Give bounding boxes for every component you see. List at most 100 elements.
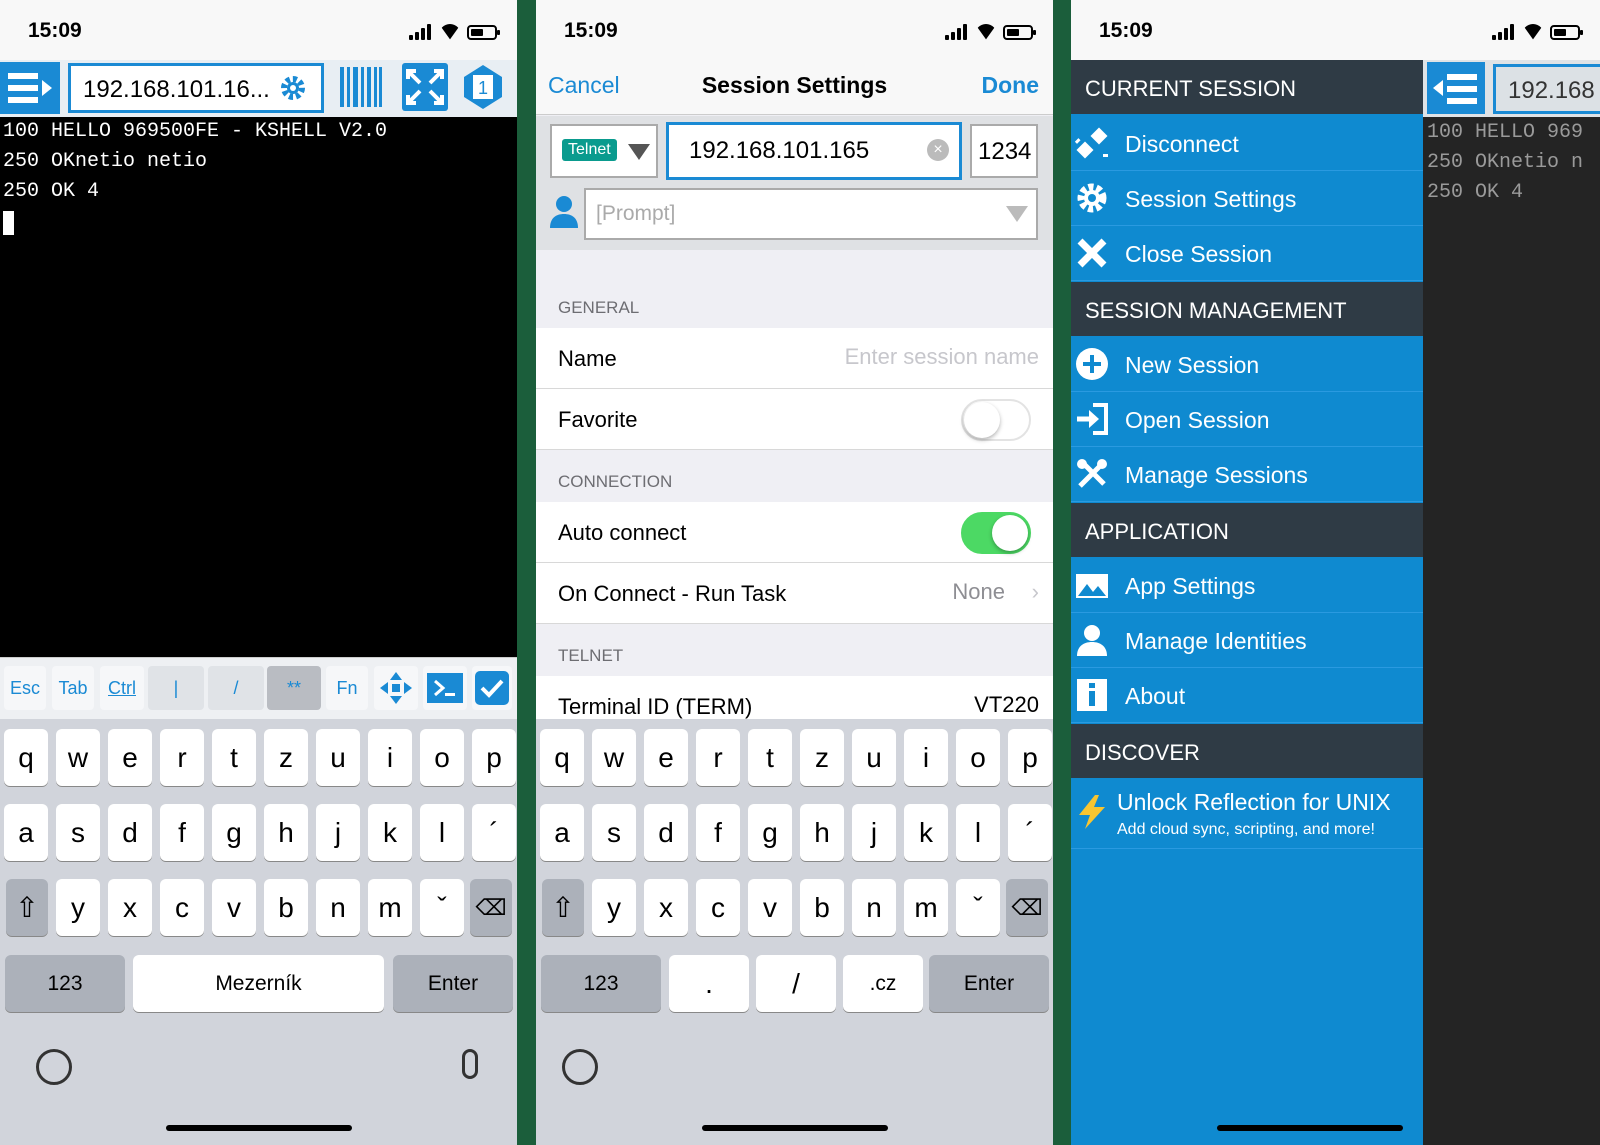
tab-key[interactable]: Tab: [52, 666, 94, 710]
slash-url-key[interactable]: /: [756, 955, 836, 1012]
key-4[interactable]: g: [212, 804, 256, 861]
key-4[interactable]: g: [748, 804, 792, 861]
cz-key[interactable]: .cz: [843, 955, 923, 1012]
space-key[interactable]: Mezerník: [133, 955, 384, 1012]
session-switch-button[interactable]: 1: [460, 63, 506, 111]
confirm-key[interactable]: [472, 666, 512, 710]
host-field[interactable]: 192.168: [1493, 64, 1600, 114]
stars-key[interactable]: **: [267, 666, 321, 710]
menu-item-app-settings[interactable]: App Settings: [1071, 558, 1423, 613]
key-0[interactable]: a: [540, 804, 584, 861]
key-9[interactable]: ´: [472, 804, 516, 861]
key-e[interactable]: e: [644, 729, 688, 786]
key-z[interactable]: z: [264, 729, 308, 786]
key-9[interactable]: ´: [1008, 804, 1052, 861]
key-3[interactable]: f: [696, 804, 740, 861]
key-1[interactable]: s: [592, 804, 636, 861]
port-input[interactable]: 1234: [970, 124, 1038, 178]
key-z[interactable]: z: [800, 729, 844, 786]
key-o[interactable]: o: [420, 729, 464, 786]
dot-key[interactable]: .: [669, 955, 749, 1012]
key-p[interactable]: p: [1008, 729, 1052, 786]
barcode-button[interactable]: [338, 63, 384, 111]
key-0[interactable]: a: [4, 804, 48, 861]
done-button[interactable]: Done: [982, 72, 1040, 99]
menu-item-about[interactable]: About: [1071, 668, 1423, 723]
menu-button[interactable]: [1427, 62, 1485, 114]
key-v[interactable]: v: [212, 879, 256, 936]
backspace-key[interactable]: ⌫: [1006, 879, 1048, 936]
key-e[interactable]: e: [108, 729, 152, 786]
key-t[interactable]: t: [748, 729, 792, 786]
ctrl-key[interactable]: Ctrl: [100, 666, 144, 710]
termid-row[interactable]: Terminal ID (TERM) VT220: [536, 676, 1053, 721]
key-7[interactable]: k: [904, 804, 948, 861]
key-i[interactable]: i: [904, 729, 948, 786]
key-y[interactable]: y: [592, 879, 636, 936]
key-p[interactable]: p: [472, 729, 516, 786]
key-ˇ[interactable]: ˇ: [956, 879, 1000, 936]
key-x[interactable]: x: [108, 879, 152, 936]
key-5[interactable]: h: [800, 804, 844, 861]
key-n[interactable]: n: [316, 879, 360, 936]
key-6[interactable]: j: [852, 804, 896, 861]
key-u[interactable]: u: [852, 729, 896, 786]
protocol-select[interactable]: Telnet: [550, 124, 658, 178]
key-1[interactable]: s: [56, 804, 100, 861]
prompt-input[interactable]: [Prompt]: [584, 188, 1038, 240]
key-r[interactable]: r: [160, 729, 204, 786]
shift-key[interactable]: ⇧: [542, 879, 584, 936]
key-8[interactable]: l: [420, 804, 464, 861]
esc-key[interactable]: Esc: [4, 666, 46, 710]
favorite-toggle[interactable]: [961, 399, 1031, 441]
key-i[interactable]: i: [368, 729, 412, 786]
emoji-icon[interactable]: [562, 1049, 598, 1085]
key-q[interactable]: q: [540, 729, 584, 786]
host-input[interactable]: 192.168.101.165 ×: [666, 122, 962, 180]
menu-item-disconnect[interactable]: Disconnect: [1071, 116, 1423, 171]
enter-key[interactable]: Enter: [393, 955, 513, 1012]
command-key[interactable]: [423, 666, 467, 710]
shift-key[interactable]: ⇧: [6, 879, 48, 936]
name-row[interactable]: Name Enter session name: [536, 328, 1053, 389]
key-u[interactable]: u: [316, 729, 360, 786]
key-v[interactable]: v: [748, 879, 792, 936]
key-c[interactable]: c: [696, 879, 740, 936]
numbers-key[interactable]: 123: [5, 955, 125, 1012]
clear-icon[interactable]: ×: [927, 139, 949, 161]
key-m[interactable]: m: [368, 879, 412, 936]
key-y[interactable]: y: [56, 879, 100, 936]
menu-item-manage-sessions[interactable]: Manage Sessions: [1071, 447, 1423, 502]
key-2[interactable]: d: [108, 804, 152, 861]
key-m[interactable]: m: [904, 879, 948, 936]
key-2[interactable]: d: [644, 804, 688, 861]
terminal-output[interactable]: 100 HELLO 969500FE - KSHELL V2.0 250 OKn…: [0, 117, 517, 657]
key-w[interactable]: w: [592, 729, 636, 786]
key-q[interactable]: q: [4, 729, 48, 786]
key-6[interactable]: j: [316, 804, 360, 861]
runtask-row[interactable]: On Connect - Run Task None ›: [536, 563, 1053, 624]
key-n[interactable]: n: [852, 879, 896, 936]
pipe-key[interactable]: |: [148, 666, 204, 710]
key-x[interactable]: x: [644, 879, 688, 936]
key-o[interactable]: o: [956, 729, 1000, 786]
key-w[interactable]: w: [56, 729, 100, 786]
numbers-key[interactable]: 123: [541, 955, 661, 1012]
fn-key[interactable]: Fn: [326, 666, 368, 710]
key-8[interactable]: l: [956, 804, 1000, 861]
key-7[interactable]: k: [368, 804, 412, 861]
key-b[interactable]: b: [264, 879, 308, 936]
enter-key[interactable]: Enter: [929, 955, 1049, 1012]
menu-item-unlock[interactable]: Unlock Reflection for UNIX Add cloud syn…: [1071, 779, 1423, 849]
key-t[interactable]: t: [212, 729, 256, 786]
menu-item-manage-identities[interactable]: Manage Identities: [1071, 613, 1423, 668]
arrows-key[interactable]: [374, 666, 418, 710]
microphone-icon[interactable]: [462, 1049, 478, 1079]
key-3[interactable]: f: [160, 804, 204, 861]
key-c[interactable]: c: [160, 879, 204, 936]
menu-item-session-settings[interactable]: Session Settings: [1071, 171, 1423, 226]
key-r[interactable]: r: [696, 729, 740, 786]
name-input[interactable]: Enter session name: [845, 344, 1039, 370]
menu-button[interactable]: [0, 62, 60, 114]
key-ˇ[interactable]: ˇ: [420, 879, 464, 936]
